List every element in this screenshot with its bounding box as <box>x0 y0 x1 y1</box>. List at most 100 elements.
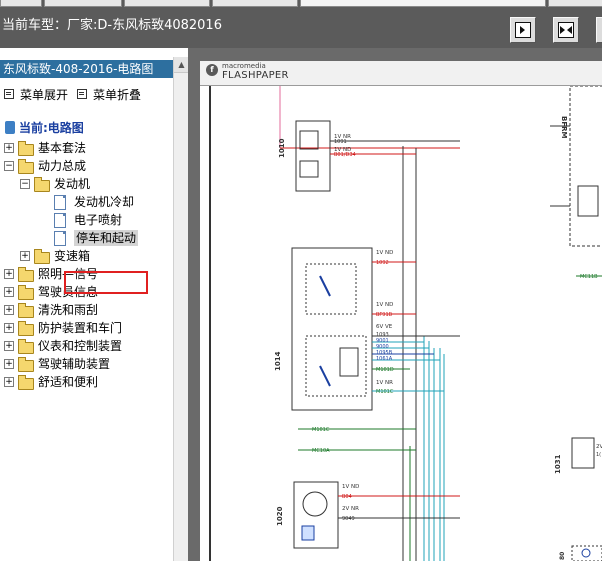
wiring-diagram-page[interactable]: BFRM 1010 1V NR 1091 1V ND B01/D34 1014 1V ND 10… <box>200 86 602 561</box>
folder-icon <box>18 339 34 354</box>
tree-item[interactable]: + 清洗和雨刮 <box>0 302 172 318</box>
tree-item[interactable]: + 舒适和便利 <box>0 374 172 390</box>
diagram-label: MC11B <box>580 274 598 280</box>
tree-item[interactable]: − 动力总成 <box>0 158 172 174</box>
collapse-all-label: 菜单折叠 <box>93 88 142 102</box>
flashpaper-logo-icon: f <box>206 64 218 76</box>
selection-highlight <box>64 271 148 294</box>
flashpaper-viewer: f macromedia FLASHPAPER BFRM 1010 1V NR 109… <box>188 48 602 561</box>
tree-item[interactable]: + 变速箱 <box>0 248 172 264</box>
collapse-menu-icon <box>77 89 87 99</box>
brand-big: FLASHPAPER <box>222 70 289 81</box>
component-box <box>339 347 359 377</box>
document-icon <box>54 231 66 246</box>
expand-plus-icon[interactable]: + <box>4 341 14 351</box>
tree-item-label: 停车和起动 <box>74 230 139 246</box>
expand-plus-icon[interactable]: + <box>4 377 14 387</box>
tree-item-label: 基本套法 <box>38 141 87 155</box>
diagram-label: 1V NR <box>376 380 393 386</box>
tree-item[interactable]: − 发动机 <box>0 176 172 192</box>
folder-icon <box>18 159 34 174</box>
two-page-view-button[interactable] <box>553 17 579 43</box>
collapse-minus-icon[interactable]: − <box>4 161 14 171</box>
expand-plus-icon[interactable]: + <box>4 305 14 315</box>
document-icon <box>54 195 66 210</box>
tree-item[interactable]: 发动机冷却 <box>0 194 172 210</box>
component-box <box>299 160 319 178</box>
diagram-label: M101C <box>376 389 394 395</box>
tree-item[interactable]: + 防护装置和车门 <box>0 320 172 336</box>
expand-plus-icon[interactable]: + <box>4 287 14 297</box>
diagram-label: 1014 <box>274 351 282 371</box>
diagram-label: 1( <box>596 452 601 458</box>
collapse-all-button[interactable]: 菜单折叠 <box>77 86 141 103</box>
component-box <box>305 335 367 397</box>
diagram-root-icon <box>5 121 15 134</box>
top-toolbar: 当前车型：厂家:D-东风标致4082016 <box>0 0 602 48</box>
folder-icon <box>18 303 34 318</box>
diagram-label: BF91B <box>376 312 393 318</box>
component-box <box>577 185 599 217</box>
folder-icon <box>34 177 50 192</box>
tree-item-label: 仪表和控制装置 <box>38 339 123 353</box>
expand-plus-icon[interactable]: + <box>4 359 14 369</box>
collapse-minus-icon[interactable]: − <box>20 179 30 189</box>
tree-item-label: 发动机 <box>54 177 91 191</box>
tree-root-label: 当前:电路图 <box>19 121 84 135</box>
expand-plus-icon[interactable]: + <box>20 251 30 261</box>
document-icon <box>54 213 66 228</box>
expand-plus-icon[interactable]: + <box>4 323 14 333</box>
single-page-view-button[interactable] <box>510 17 536 43</box>
diagram-label: 2V NR <box>342 506 359 512</box>
diagram-label: M101D <box>376 367 394 373</box>
diagram-label: B04 <box>342 494 352 500</box>
two-page-icon <box>558 22 574 38</box>
diagram-label: 1010 <box>278 138 286 158</box>
scroll-up-icon[interactable]: ▲ <box>174 57 189 73</box>
connector-circle <box>581 548 591 558</box>
tree-scrollbar[interactable]: ▲ <box>173 57 189 561</box>
single-page-icon <box>515 22 531 38</box>
top-strip <box>548 0 602 7</box>
tree-item-label: 动力总成 <box>38 159 87 173</box>
tree-item[interactable]: 停车和起动 <box>0 230 172 246</box>
component-box <box>305 263 357 315</box>
tree-title: 东风标致-408-2016-电路图 <box>0 60 173 78</box>
brand-small: macromedia <box>222 62 266 70</box>
diagram-label: 1031 <box>554 454 562 474</box>
connector-circle <box>302 491 328 517</box>
menu-tree-panel: 东风标致-408-2016-电路图 菜单展开 菜单折叠 当前:电路图 + 基本套法… <box>0 48 173 561</box>
toolbar-button-partial[interactable] <box>596 17 602 43</box>
diagram-label: 1V ND <box>376 302 393 308</box>
top-strip <box>300 0 546 7</box>
wiring-diagram: BFRM 1010 1V NR 1091 1V ND B01/D34 1014 1V ND 10… <box>209 86 602 561</box>
diagram-label: 1V ND <box>376 250 393 256</box>
diagram-label: 2V <box>596 444 602 450</box>
diagram-label: 1V ND <box>342 484 359 490</box>
tree-item-label: 防护装置和车门 <box>38 321 123 335</box>
tree-item[interactable]: 电子喷射 <box>0 212 172 228</box>
diagram-label: M101C <box>312 427 330 433</box>
expand-plus-icon[interactable]: + <box>4 143 14 153</box>
expand-all-button[interactable]: 菜单展开 <box>4 86 68 103</box>
expand-plus-icon[interactable]: + <box>4 269 14 279</box>
diagram-label: B01/D34 <box>334 152 356 158</box>
diagram-label: BFRM <box>560 116 568 139</box>
tree-item-label: 舒适和便利 <box>38 375 99 389</box>
diagram-label: 1061A <box>376 356 393 362</box>
tree-item[interactable]: + 驾驶辅助装置 <box>0 356 172 372</box>
top-strip <box>212 0 298 7</box>
folder-icon <box>18 141 34 156</box>
diagram-label: 1091 <box>334 139 347 145</box>
folder-icon <box>18 375 34 390</box>
component-box <box>291 247 373 411</box>
tree-item[interactable]: + 基本套法 <box>0 140 172 156</box>
folder-icon <box>18 267 34 282</box>
tree-item-label: 驾驶辅助装置 <box>38 357 111 371</box>
tree-item-label: 变速箱 <box>54 249 91 263</box>
folder-icon <box>18 321 34 336</box>
folder-icon <box>34 249 50 264</box>
folder-icon <box>18 285 34 300</box>
top-strip <box>44 0 122 7</box>
tree-item[interactable]: + 仪表和控制装置 <box>0 338 172 354</box>
